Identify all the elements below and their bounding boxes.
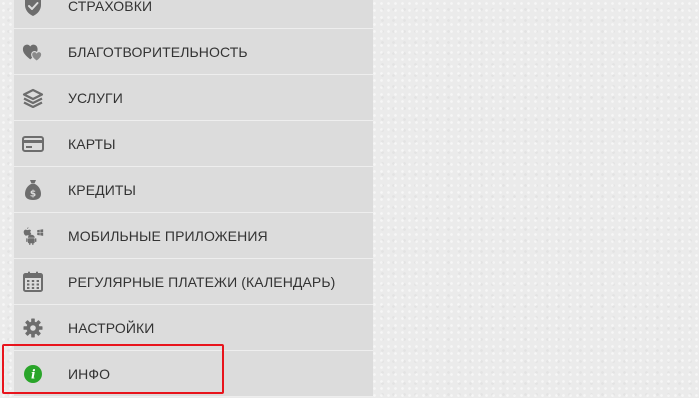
menu-item-cards[interactable]: КАРТЫ xyxy=(14,121,373,167)
calendar-icon xyxy=(22,271,44,293)
info-icon: i xyxy=(22,363,44,385)
menu-item-label: СТРАХОВКИ xyxy=(68,0,153,14)
menu-item-label: ИНФО xyxy=(68,365,111,382)
menu-item-label: КРЕДИТЫ xyxy=(68,181,137,198)
menu-item-label: МОБИЛЬНЫЕ ПРИЛОЖЕНИЯ xyxy=(68,227,268,244)
sidebar-menu: СТРАХОВКИ БЛАГОТВОРИТЕЛЬНОСТЬ УСЛУГИ КАР… xyxy=(14,0,373,397)
svg-text:i: i xyxy=(31,367,36,381)
menu-item-label: КАРТЫ xyxy=(68,135,116,152)
menu-item-services[interactable]: УСЛУГИ xyxy=(14,75,373,121)
menu-item-charity[interactable]: БЛАГОТВОРИТЕЛЬНОСТЬ xyxy=(14,29,373,75)
shield-check-icon xyxy=(22,0,44,17)
gear-icon xyxy=(22,317,44,339)
svg-text:$: $ xyxy=(30,189,36,199)
mobile-platforms-icon xyxy=(22,225,44,247)
menu-item-label: НАСТРОЙКИ xyxy=(68,319,155,336)
money-bag-icon: $ xyxy=(22,179,44,201)
credit-card-icon xyxy=(22,133,44,155)
menu-item-insurance[interactable]: СТРАХОВКИ xyxy=(14,0,373,29)
layers-icon xyxy=(22,87,44,109)
menu-item-mobile-apps[interactable]: МОБИЛЬНЫЕ ПРИЛОЖЕНИЯ xyxy=(14,213,373,259)
menu-item-credits[interactable]: $ КРЕДИТЫ xyxy=(14,167,373,213)
menu-item-regular-payments[interactable]: РЕГУЛЯРНЫЕ ПЛАТЕЖИ (КАЛЕНДАРЬ) xyxy=(14,259,373,305)
menu-item-label: УСЛУГИ xyxy=(68,89,123,106)
menu-item-info[interactable]: i ИНФО xyxy=(14,351,373,397)
menu-item-label: РЕГУЛЯРНЫЕ ПЛАТЕЖИ (КАЛЕНДАРЬ) xyxy=(68,273,336,290)
menu-item-settings[interactable]: НАСТРОЙКИ xyxy=(14,305,373,351)
menu-item-label: БЛАГОТВОРИТЕЛЬНОСТЬ xyxy=(68,43,248,60)
hearts-icon xyxy=(22,41,44,63)
